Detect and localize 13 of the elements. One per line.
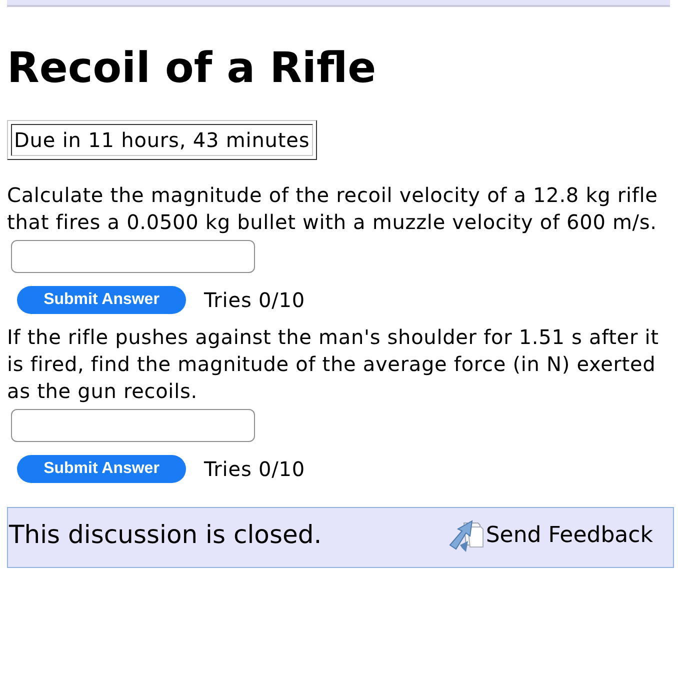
answer-field[interactable] xyxy=(11,240,255,273)
discussion-status: This discussion is closed. xyxy=(9,520,322,550)
answer-field[interactable] xyxy=(11,409,255,442)
question-text: If the rifle pushes against the man's shoulder for 1.51 s after it is fired, find the magnitude of the average force (in N) exerted as the gun recoils. xyxy=(7,324,660,405)
due-date-box: Due in 11 hours, 43 minutes xyxy=(7,120,317,160)
page-title: Recoil of a Rifle xyxy=(7,42,376,94)
question-text: Calculate the magnitude of the recoil velocity of a 12.8 kg rifle that fires a 0.0500 kg bullet with a muzzle velocity of 600 m/s. xyxy=(7,182,659,236)
arrow-document-icon xyxy=(448,518,484,552)
submit-answer-button[interactable]: Submit Answer xyxy=(17,286,186,314)
tries-counter: Tries 0/10 xyxy=(204,286,306,314)
submit-answer-button[interactable]: Submit Answer xyxy=(17,455,186,483)
send-feedback-link[interactable]: Send Feedback xyxy=(448,518,653,552)
tries-counter: Tries 0/10 xyxy=(204,456,306,482)
